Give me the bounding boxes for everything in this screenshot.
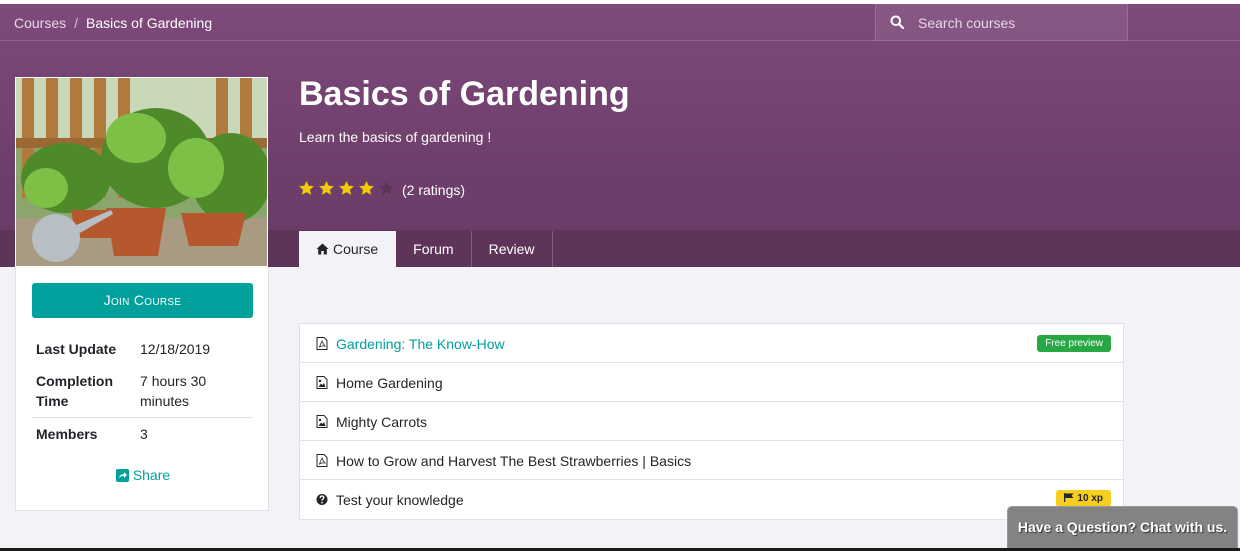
breadcrumb-courses-link[interactable]: Courses <box>14 15 66 31</box>
content-title: Home Gardening <box>336 375 443 391</box>
breadcrumb-separator: / <box>74 15 79 31</box>
list-item[interactable]: How to Grow and Harvest The Best Strawbe… <box>300 441 1123 480</box>
info-row-last-update: Last Update 12/18/2019 <box>32 333 253 365</box>
info-key: Completion Time <box>36 373 113 409</box>
search-input[interactable]: Search courses <box>918 15 1015 31</box>
content-title[interactable]: Gardening: The Know-How <box>336 336 505 352</box>
info-key: Members <box>36 426 98 442</box>
rating-stars <box>298 180 398 197</box>
star-filled-icon <box>319 181 334 195</box>
content-title: How to Grow and Harvest The Best Strawbe… <box>336 453 692 469</box>
content-title: Test your knowledge <box>336 492 464 508</box>
info-value: 7 hours 30 minutes <box>140 373 207 409</box>
course-cover-image <box>15 77 268 267</box>
list-item[interactable]: Mighty Carrots <box>300 402 1123 441</box>
ratings-count[interactable]: (2 ratings) <box>402 182 465 198</box>
course-sidebar-card: Join Course Last Update 12/18/2019 Compl… <box>15 267 269 511</box>
home-icon <box>316 243 329 255</box>
course-info-table: Last Update 12/18/2019 Completion Time 7… <box>32 333 253 450</box>
list-item[interactable]: Gardening: The Know-How Free preview <box>300 324 1123 363</box>
course-content-list: Gardening: The Know-How Free preview Hom… <box>299 323 1124 520</box>
course-title: Basics of Gardening <box>299 75 630 113</box>
course-subtitle: Learn the basics of gardening ! <box>299 129 492 145</box>
info-row-members: Members 3 <box>32 417 253 450</box>
pdf-file-icon <box>316 337 328 350</box>
share-link[interactable]: Share <box>16 467 270 483</box>
star-filled-icon <box>339 181 354 195</box>
flag-icon <box>1064 493 1074 502</box>
tab-forum[interactable]: Forum <box>396 231 472 267</box>
pdf-file-icon <box>316 454 328 467</box>
info-row-completion-time: Completion Time 7 hours 30 minutes <box>32 365 253 417</box>
xp-badge: 10 xp <box>1056 490 1111 507</box>
list-item[interactable]: Home Gardening <box>300 363 1123 402</box>
content-title: Mighty Carrots <box>336 414 428 430</box>
breadcrumb-current: Basics of Gardening <box>86 15 213 31</box>
share-icon <box>115 469 129 482</box>
info-value: 3 <box>140 426 148 442</box>
question-circle-icon <box>316 494 328 505</box>
star-filled-icon <box>359 181 374 195</box>
tab-review[interactable]: Review <box>472 231 553 267</box>
top-navigation-bar: Courses / Basics of Gardening Search cours… <box>0 4 1240 41</box>
list-item[interactable]: Test your knowledge 10 xp <box>300 480 1123 519</box>
join-course-button[interactable]: Join Course <box>32 283 253 318</box>
free-preview-badge: Free preview <box>1037 335 1111 352</box>
course-tabs: Course Forum Review <box>299 231 553 267</box>
image-file-icon <box>316 415 328 428</box>
breadcrumb: Courses / Basics of Gardening <box>14 15 212 31</box>
search-icon[interactable] <box>890 15 904 29</box>
image-file-icon <box>316 376 328 389</box>
info-value: 12/18/2019 <box>140 341 211 357</box>
tab-course[interactable]: Course <box>299 231 397 267</box>
star-filled-icon <box>299 181 314 195</box>
search-box[interactable]: Search courses <box>875 4 1128 41</box>
star-empty-icon <box>379 181 394 195</box>
info-key: Last Update <box>36 341 117 357</box>
chat-with-us-button[interactable]: Have a Question? Chat with us. <box>1007 506 1238 549</box>
